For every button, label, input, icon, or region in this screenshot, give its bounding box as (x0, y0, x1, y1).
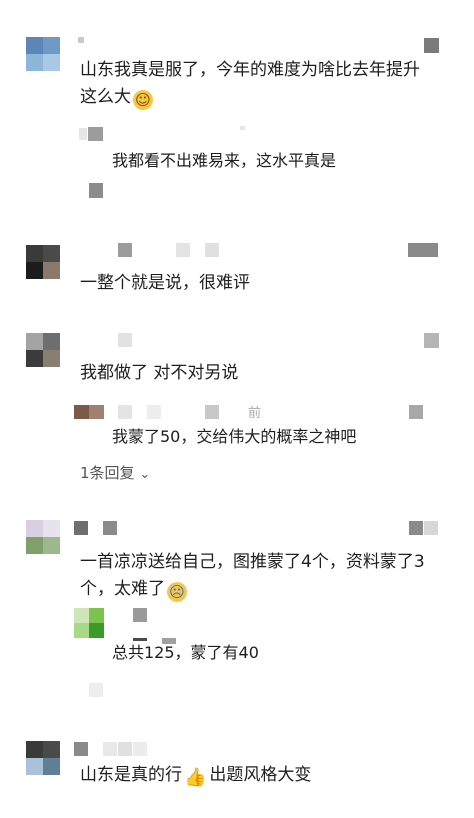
like-icon[interactable] (424, 38, 439, 53)
flushed-face-icon: ☺ (133, 90, 153, 110)
reply-text: 我都看不出难易来，这水平真是 (112, 151, 337, 170)
like-icon[interactable] (409, 521, 423, 535)
username-placeholder-2 (176, 243, 190, 257)
username-placeholder[interactable] (118, 243, 132, 257)
reply-avatar[interactable] (74, 405, 104, 419)
avatar[interactable] (26, 37, 60, 71)
reply-footer-placeholder (89, 683, 103, 697)
avatar[interactable] (26, 741, 60, 775)
comment-text: 一整个就是说，很难评 (80, 273, 250, 293)
username-placeholder-2 (103, 521, 117, 535)
reply-username-placeholder[interactable] (118, 405, 132, 419)
username-placeholder-4 (133, 742, 147, 756)
username-placeholder-3 (205, 243, 219, 257)
username-placeholder[interactable] (74, 521, 88, 535)
reply-username-placeholder[interactable] (88, 127, 103, 141)
reply-meta-placeholder (240, 126, 245, 130)
reply-time: 前 (248, 406, 262, 421)
comment-text: 我都做了 对不对另说 (80, 363, 239, 383)
username-placeholder-2 (103, 742, 117, 756)
comment-text: 一首凉凉送给自己，图推蒙了4个，资料蒙了3 (80, 552, 425, 572)
like-icon[interactable] (408, 243, 438, 257)
crying-face-icon: ☹ (167, 582, 187, 602)
reply-meta-placeholder (205, 405, 219, 419)
reply-avatar[interactable] (74, 608, 104, 638)
reply-text: 总共125，蒙了有40 (112, 643, 259, 662)
comment-text: 山东我真是服了，今年的难度为啥比去年提升 (80, 60, 420, 80)
like-icon[interactable] (424, 333, 439, 348)
comment-text-cont: 个，太难了 ☹ (80, 576, 187, 602)
avatar[interactable] (26, 245, 60, 279)
more-replies-link[interactable]: 1条回复 ⌄ (80, 462, 150, 483)
avatar[interactable] (26, 520, 60, 554)
chevron-down-icon: ⌄ (139, 467, 151, 482)
reply-username-placeholder[interactable] (133, 608, 147, 622)
reply-footer-placeholder (89, 183, 103, 198)
reply-like-icon[interactable] (409, 405, 423, 419)
reply-username-placeholder-2 (147, 405, 161, 419)
username-placeholder-3 (118, 742, 132, 756)
thumbs-up-icon: 👍 (184, 767, 207, 788)
username-placeholder[interactable] (118, 333, 132, 347)
comment-text: 山东是真的行 👍 出题风格大变 (80, 765, 312, 788)
username-placeholder[interactable] (74, 742, 88, 756)
reply-text: 我蒙了50，交给伟大的概率之神吧 (112, 427, 357, 446)
comment-text-cont: 这么大 ☺ (80, 84, 153, 110)
username-placeholder[interactable] (78, 37, 84, 43)
avatar[interactable] (26, 333, 60, 367)
like-count-placeholder (424, 521, 438, 535)
reply-avatar[interactable] (79, 128, 87, 140)
